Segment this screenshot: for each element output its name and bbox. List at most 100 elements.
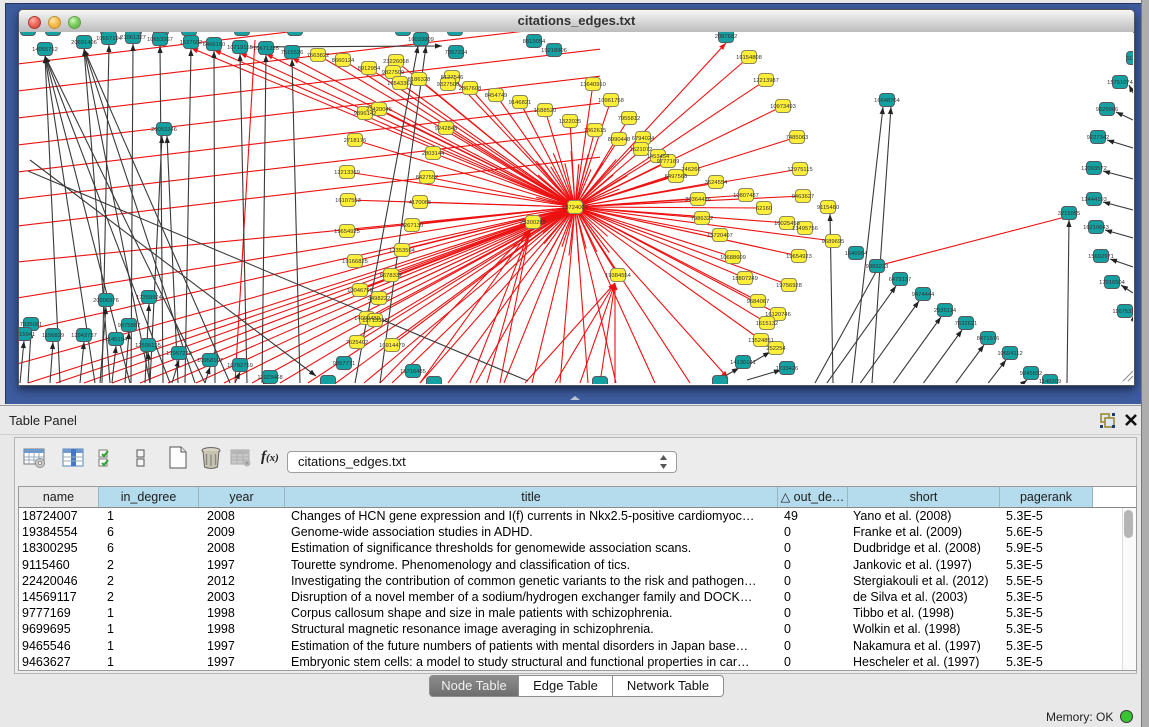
svg-text:9777169: 9777169 — [657, 159, 680, 165]
svg-text:7357224: 7357224 — [445, 50, 468, 56]
svg-text:19166825: 19166825 — [342, 259, 368, 265]
svg-text:15716485: 15716485 — [400, 369, 426, 375]
svg-text:25300293: 25300293 — [520, 220, 546, 226]
svg-text:9684067: 9684067 — [747, 299, 770, 305]
svg-text:9329966: 9329966 — [1096, 107, 1119, 113]
svg-text:16782759: 16782759 — [227, 363, 253, 369]
svg-text:12213369: 12213369 — [334, 170, 360, 176]
svg-text:18724007: 18724007 — [562, 205, 588, 211]
svg-text:8186328: 8186328 — [408, 77, 431, 83]
svg-text:9242848: 9242848 — [435, 126, 458, 132]
svg-text:8678332: 8678332 — [380, 273, 403, 279]
svg-text:9827509: 9827509 — [382, 70, 405, 76]
svg-text:3215955: 3215955 — [1058, 211, 1081, 217]
svg-text:1362615: 1362615 — [584, 128, 607, 134]
svg-text:8990448: 8990448 — [608, 137, 631, 143]
svg-text:19756928: 19756928 — [776, 283, 802, 289]
svg-text:1621072: 1621072 — [630, 147, 653, 153]
svg-text:16154808: 16154808 — [736, 55, 762, 61]
svg-text:19654923: 19654923 — [786, 254, 812, 260]
svg-text:9689695: 9689695 — [822, 239, 845, 245]
svg-text:7835061: 7835061 — [20, 322, 43, 328]
svg-text:12713388: 12713388 — [362, 318, 388, 324]
svg-text:12505135: 12505135 — [135, 343, 161, 349]
svg-text:1145194: 1145194 — [105, 337, 128, 343]
svg-text:6466160: 6466160 — [203, 42, 226, 48]
svg-text:1527602: 1527602 — [180, 40, 203, 46]
svg-text:18807249: 18807249 — [732, 276, 758, 282]
svg-text:10671355: 10671355 — [253, 46, 279, 52]
svg-text:7632621: 7632621 — [955, 321, 978, 327]
svg-text:16033809: 16033809 — [408, 37, 434, 43]
svg-text:17957223: 17957223 — [166, 351, 192, 357]
svg-text:11923468: 11923468 — [257, 375, 282, 381]
svg-text:10653267: 10653267 — [147, 37, 173, 43]
svg-text:9115460: 9115460 — [817, 205, 839, 211]
svg-text:9463627: 9463627 — [792, 194, 815, 200]
svg-text:7663822: 7663822 — [307, 53, 330, 59]
svg-text:10973493: 10973493 — [770, 104, 796, 110]
svg-text:1156829: 1156829 — [42, 333, 64, 339]
svg-text:1733426: 1733426 — [776, 366, 799, 372]
svg-text:8912954: 8912954 — [358, 66, 381, 72]
svg-text:12093572: 12093572 — [1081, 166, 1107, 172]
svg-text:3498222: 3498222 — [368, 296, 391, 302]
svg-text:10557194: 10557194 — [96, 36, 123, 42]
svg-text:1322035: 1322035 — [559, 119, 582, 125]
svg-text:15751074: 15751074 — [1107, 80, 1133, 86]
svg-text:2935114: 2935114 — [934, 308, 957, 314]
svg-text:9389223: 9389223 — [866, 264, 889, 270]
svg-text:3624554: 3624554 — [705, 180, 728, 186]
svg-text:16210643: 16210643 — [1083, 225, 1109, 231]
svg-text:12975115: 12975115 — [787, 167, 812, 173]
svg-text:10654112: 10654112 — [997, 351, 1022, 357]
svg-text:10958107: 10958107 — [197, 358, 223, 364]
svg-text:12353594: 12353594 — [389, 248, 416, 254]
svg-text:4170065: 4170065 — [409, 200, 432, 206]
svg-text:16648764: 16648764 — [874, 98, 901, 104]
svg-text:7485063: 7485063 — [786, 135, 809, 141]
svg-text:8813054: 8813054 — [523, 39, 546, 45]
svg-text:11171: 11171 — [1126, 56, 1133, 62]
svg-text:252254: 252254 — [766, 346, 786, 352]
svg-text:2718176: 2718176 — [344, 138, 367, 144]
svg-text:9857771: 9857771 — [333, 361, 356, 367]
svg-text:10046796: 10046796 — [347, 288, 373, 294]
svg-text:7955812: 7955812 — [618, 116, 641, 122]
svg-text:20691406: 20691406 — [71, 40, 97, 46]
svg-text:1588520: 1588520 — [534, 108, 557, 114]
svg-text:8454749: 8454749 — [485, 93, 508, 99]
svg-text:14055712: 14055712 — [32, 47, 58, 53]
svg-text:19218906: 19218906 — [541, 48, 567, 54]
svg-text:16120746: 16120746 — [765, 312, 791, 318]
svg-text:16107553: 16107553 — [335, 198, 361, 204]
svg-text:9227342: 9227342 — [1087, 135, 1110, 141]
svg-text:10719155: 10719155 — [227, 45, 253, 51]
svg-text:62160: 62160 — [756, 206, 772, 212]
svg-text:7986322: 7986322 — [691, 216, 714, 222]
svg-text:10688609: 10688609 — [720, 255, 746, 261]
svg-text:21061327: 21061327 — [120, 35, 146, 41]
svg-text:9975867: 9975867 — [118, 323, 141, 329]
svg-text:6794024: 6794024 — [632, 136, 655, 142]
svg-text:15692971: 15692971 — [1088, 254, 1114, 260]
svg-text:9474444: 9474444 — [912, 292, 935, 298]
svg-text:15720407: 15720407 — [707, 233, 733, 239]
svg-text:9327508: 9327508 — [437, 82, 460, 88]
svg-text:1640954: 1640954 — [845, 251, 868, 257]
svg-text:8471676: 8471676 — [977, 336, 1000, 342]
svg-text:13524851: 13524851 — [748, 338, 774, 344]
svg-text:6497568: 6497568 — [665, 174, 688, 180]
svg-text:9896142: 9896142 — [354, 111, 377, 117]
svg-text:3267130: 3267130 — [401, 223, 424, 229]
svg-text:20364436: 20364436 — [685, 197, 711, 203]
svg-text:12942737: 12942737 — [71, 333, 97, 339]
svg-text:14136141: 14136141 — [730, 360, 756, 366]
svg-text:11675332: 11675332 — [1112, 309, 1133, 315]
svg-text:8127546: 8127546 — [441, 75, 464, 81]
svg-text:12213987: 12213987 — [753, 78, 779, 84]
svg-text:23226058: 23226058 — [383, 59, 409, 65]
svg-text:1615132: 1615132 — [756, 321, 779, 327]
svg-text:13640910: 13640910 — [580, 82, 606, 88]
svg-text:10807487: 10807487 — [733, 193, 759, 199]
